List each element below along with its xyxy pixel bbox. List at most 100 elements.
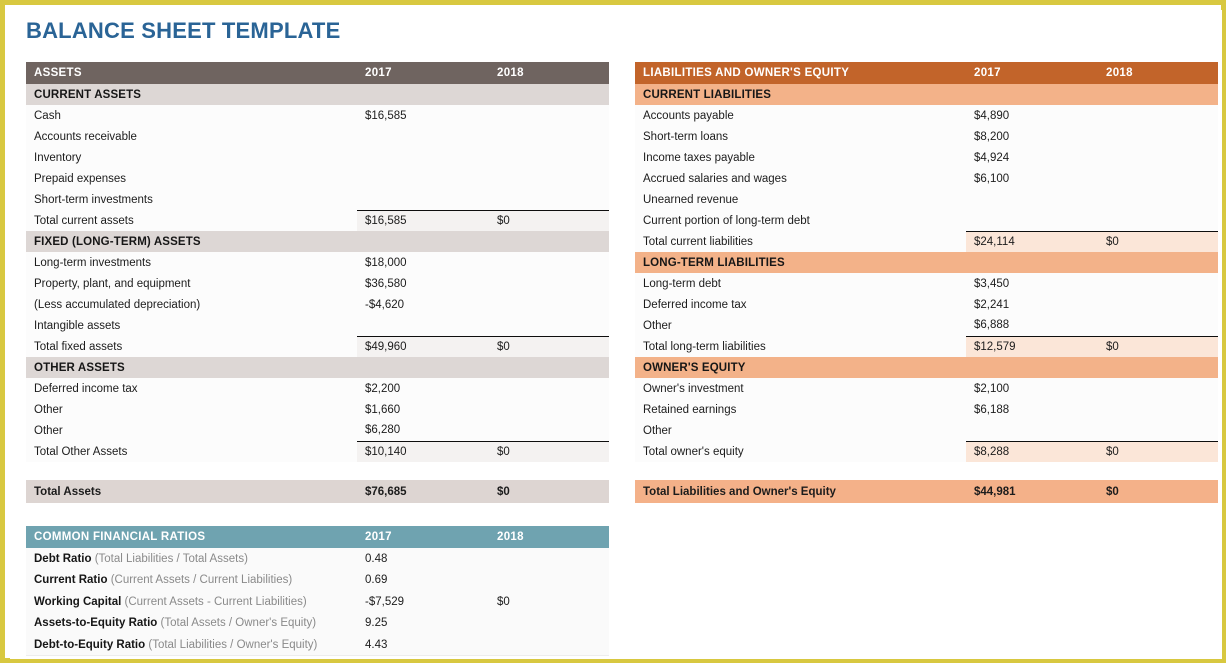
table-header-year2: 2018 bbox=[489, 62, 609, 84]
row-value-year1[interactable] bbox=[357, 147, 489, 168]
row-value-year1[interactable]: $4,924 bbox=[966, 147, 1098, 168]
ratio-formula: (Current Assets - Current Liabilities) bbox=[124, 595, 307, 608]
table-row: Other bbox=[635, 420, 1218, 441]
subtotal-value-year1: $49,960 bbox=[357, 335, 489, 357]
table-header-row: LIABILITIES AND OWNER'S EQUITY 2017 2018 bbox=[635, 62, 1218, 84]
row-value-year1[interactable]: $4,890 bbox=[966, 105, 1098, 126]
table-row: (Less accumulated depreciation) -$4,620 bbox=[26, 294, 609, 315]
table-row: Other $6,280 bbox=[26, 420, 609, 441]
row-label: Other bbox=[26, 399, 357, 420]
row-value-year2[interactable] bbox=[489, 168, 609, 189]
grand-total-label: Total Liabilities and Owner's Equity bbox=[635, 480, 966, 503]
ratio-row: Debt Ratio (Total Liabilities / Total As… bbox=[26, 548, 609, 570]
row-value-year1[interactable]: $36,580 bbox=[357, 273, 489, 294]
row-value-year2[interactable] bbox=[489, 378, 609, 399]
row-value-year2[interactable] bbox=[1098, 420, 1218, 441]
row-value-year2[interactable] bbox=[1098, 126, 1218, 147]
financial-ratios-table: COMMON FINANCIAL RATIOS 2017 2018 Debt Rati… bbox=[26, 526, 609, 656]
row-value-year1[interactable]: $8,200 bbox=[966, 126, 1098, 147]
row-value-year2[interactable] bbox=[1098, 399, 1218, 420]
ratio-value-year1: -$7,529 bbox=[357, 591, 489, 613]
row-value-year2[interactable] bbox=[489, 273, 609, 294]
row-label: Deferred income tax bbox=[26, 378, 357, 399]
row-value-year2[interactable] bbox=[489, 294, 609, 315]
row-value-year2[interactable] bbox=[1098, 378, 1218, 399]
row-value-year2[interactable] bbox=[489, 105, 609, 126]
row-value-year1[interactable] bbox=[966, 189, 1098, 210]
row-value-year1[interactable]: -$4,620 bbox=[357, 294, 489, 315]
table-row: Accounts receivable bbox=[26, 126, 609, 147]
row-value-year2[interactable] bbox=[1098, 168, 1218, 189]
row-value-year1[interactable]: $16,585 bbox=[357, 105, 489, 126]
row-value-year1[interactable]: $6,100 bbox=[966, 168, 1098, 189]
row-value-year2[interactable] bbox=[1098, 210, 1218, 231]
row-label: Intangible assets bbox=[26, 315, 357, 336]
page-frame: BALANCE SHEET TEMPLATE ASSETS 2017 2018 CUR… bbox=[0, 0, 1226, 663]
row-value-year2[interactable] bbox=[1098, 315, 1218, 336]
table-row: Inventory bbox=[26, 147, 609, 168]
row-value-year2[interactable] bbox=[1098, 147, 1218, 168]
row-value-year1[interactable] bbox=[357, 189, 489, 210]
row-value-year1[interactable] bbox=[966, 420, 1098, 441]
row-value-year1[interactable] bbox=[357, 315, 489, 336]
row-value-year2[interactable] bbox=[1098, 294, 1218, 315]
table-row: Deferred income tax $2,200 bbox=[26, 378, 609, 399]
row-value-year2[interactable] bbox=[489, 252, 609, 273]
ratio-row: Working Capital (Current Assets - Curren… bbox=[26, 591, 609, 613]
row-value-year2[interactable] bbox=[489, 189, 609, 210]
ratio-row: Debt-to-Equity Ratio (Total Liabilities … bbox=[26, 634, 609, 656]
grand-total-label: Total Assets bbox=[26, 480, 357, 503]
row-value-year1[interactable]: $6,188 bbox=[966, 399, 1098, 420]
spacer-cell bbox=[26, 462, 357, 480]
ratio-formula: (Total Assets / Owner's Equity) bbox=[160, 617, 317, 630]
row-value-year1[interactable]: $6,888 bbox=[966, 315, 1098, 336]
table-header-row: ASSETS 2017 2018 bbox=[26, 62, 609, 84]
ratios-header-year2: 2018 bbox=[489, 526, 609, 548]
ratio-row: Assets-to-Equity Ratio (Total Assets / O… bbox=[26, 612, 609, 634]
row-value-year1[interactable]: $3,450 bbox=[966, 273, 1098, 294]
ratio-name: Assets-to-Equity Ratio bbox=[34, 617, 158, 630]
row-value-year1[interactable]: $18,000 bbox=[357, 252, 489, 273]
row-label: Owner's investment bbox=[635, 378, 966, 399]
section-header-label: OTHER ASSETS bbox=[26, 357, 357, 378]
row-value-year1[interactable]: $2,200 bbox=[357, 378, 489, 399]
row-value-year2[interactable] bbox=[1098, 273, 1218, 294]
ratio-label: Assets-to-Equity Ratio (Total Assets / O… bbox=[26, 612, 357, 634]
section-header-spacer2 bbox=[489, 357, 609, 378]
section-header-row: LONG-TERM LIABILITIES bbox=[635, 252, 1218, 273]
row-value-year1[interactable]: $2,100 bbox=[966, 378, 1098, 399]
row-value-year2[interactable] bbox=[489, 315, 609, 336]
subtotal-value-year1: $8,288 bbox=[966, 440, 1098, 462]
row-value-year2[interactable] bbox=[1098, 105, 1218, 126]
row-label: Long-term debt bbox=[635, 273, 966, 294]
ratio-formula: (Total Liabilities / Owner's Equity) bbox=[148, 638, 318, 651]
row-label: Prepaid expenses bbox=[26, 168, 357, 189]
subtotal-value-year1: $24,114 bbox=[966, 230, 1098, 252]
row-value-year1[interactable]: $2,241 bbox=[966, 294, 1098, 315]
table-row: Owner's investment $2,100 bbox=[635, 378, 1218, 399]
ratio-label: Working Capital (Current Assets - Curren… bbox=[26, 591, 357, 613]
row-value-year1[interactable] bbox=[966, 210, 1098, 231]
row-value-year2[interactable] bbox=[489, 399, 609, 420]
row-label: Retained earnings bbox=[635, 399, 966, 420]
row-value-year2[interactable] bbox=[489, 420, 609, 441]
subtotal-label: Total current liabilities bbox=[635, 231, 966, 252]
row-value-year1[interactable]: $1,660 bbox=[357, 399, 489, 420]
row-label: Other bbox=[635, 315, 966, 336]
subtotal-label: Total fixed assets bbox=[26, 336, 357, 357]
row-value-year2[interactable] bbox=[489, 147, 609, 168]
row-value-year1[interactable] bbox=[357, 168, 489, 189]
grand-total-value-year2: $0 bbox=[489, 480, 609, 503]
row-value-year2[interactable] bbox=[489, 126, 609, 147]
row-value-year2[interactable] bbox=[1098, 189, 1218, 210]
subtotal-value-year2: $0 bbox=[1098, 230, 1218, 252]
row-label: Other bbox=[635, 420, 966, 441]
subtotal-row: Total current assets $16,585 $0 bbox=[26, 209, 609, 231]
row-label: Income taxes payable bbox=[635, 147, 966, 168]
ratio-name: Debt Ratio bbox=[34, 552, 92, 565]
subtotal-row: Total long-term liabilities $12,579 $0 bbox=[635, 335, 1218, 357]
row-value-year1[interactable]: $6,280 bbox=[357, 420, 489, 441]
section-header-spacer2 bbox=[489, 231, 609, 252]
row-value-year1[interactable] bbox=[357, 126, 489, 147]
spacer-cell bbox=[635, 462, 966, 480]
